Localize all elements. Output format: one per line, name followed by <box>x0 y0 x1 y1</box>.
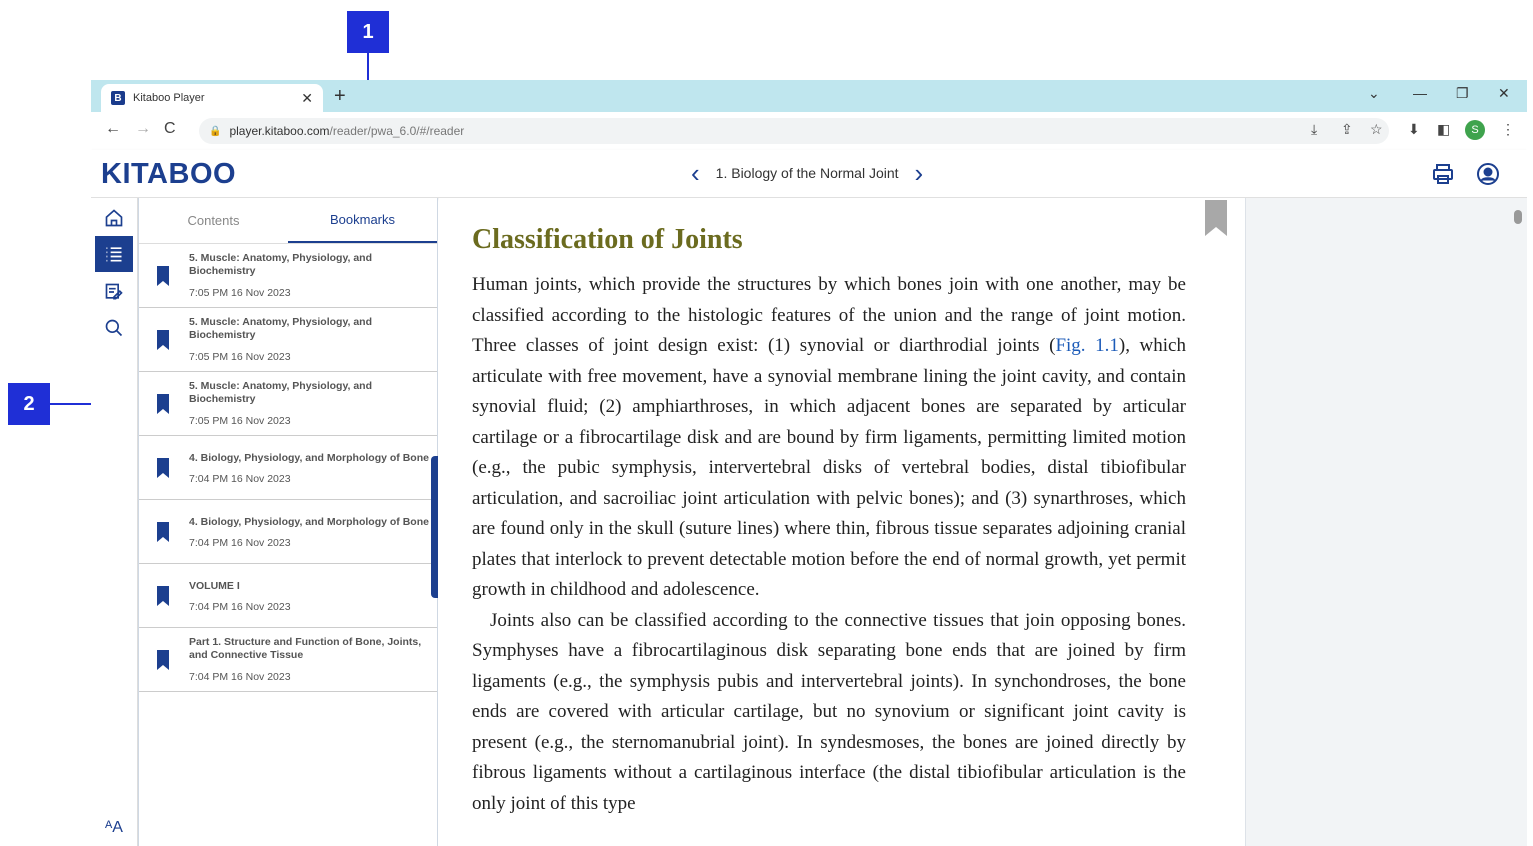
back-icon[interactable]: ← <box>105 120 121 138</box>
prev-chapter-icon[interactable]: ‹ <box>691 160 700 186</box>
bookmark-icon <box>157 586 169 606</box>
paragraph-2: Joints also can be classified according … <box>472 609 1186 814</box>
bookmark-time: 7:05 PM 16 Nov 2023 <box>189 351 291 363</box>
tab-search-icon[interactable]: ⌄ <box>1368 85 1380 102</box>
bookmark-icon <box>157 650 169 670</box>
tab-contents[interactable]: Contents <box>139 198 288 243</box>
right-gutter <box>1245 198 1527 846</box>
search-icon[interactable] <box>95 310 133 346</box>
chapter-nav: ‹ 1. Biology of the Normal Joint › <box>675 160 939 186</box>
url-host: player.kitaboo.com <box>229 124 330 138</box>
left-rail: ᴬA <box>91 198 138 846</box>
profile-avatar[interactable]: S <box>1465 120 1485 140</box>
bookmark-time: 7:04 PM 16 Nov 2023 <box>189 537 291 549</box>
bookmark-icon <box>157 266 169 286</box>
bookmark-time: 7:04 PM 16 Nov 2023 <box>189 473 291 485</box>
panel-tabs: Contents Bookmarks <box>139 198 437 244</box>
bookmark-icon <box>157 458 169 478</box>
tab-close-icon[interactable]: ✕ <box>301 90 313 107</box>
reader-page: Classification of Joints Human joints, w… <box>439 198 1245 846</box>
bookmark-item[interactable]: 4. Biology, Physiology, and Morphology o… <box>139 436 437 500</box>
font-size-icon[interactable]: ᴬA <box>95 810 133 846</box>
kitaboo-favicon-icon: B <box>111 91 125 105</box>
browser-tab[interactable]: B Kitaboo Player ✕ <box>101 84 323 112</box>
browser-toolbar: ← → C 🔒 player.kitaboo.com /reader/pwa_6… <box>91 112 1527 150</box>
bookmark-title: 5. Muscle: Anatomy, Physiology, and Bioc… <box>189 380 373 405</box>
bookmark-icon <box>157 522 169 542</box>
star-icon[interactable]: ☆ <box>1370 121 1383 138</box>
install-icon[interactable]: ⤓ <box>1311 121 1317 138</box>
toc-list-icon[interactable] <box>95 236 133 272</box>
app-header: KITABOO ‹ 1. Biology of the Normal Joint… <box>91 150 1527 198</box>
notes-icon[interactable] <box>95 274 133 310</box>
bookmark-title: 5. Muscle: Anatomy, Physiology, and Bioc… <box>189 316 373 341</box>
tab-bookmarks[interactable]: Bookmarks <box>288 198 437 243</box>
bookmark-title: Part 1. Structure and Function of Bone, … <box>189 636 422 661</box>
scrollbar-thumb[interactable] <box>1514 210 1522 224</box>
kitaboo-logo: KITABOO <box>101 158 237 190</box>
panel-resize-handle[interactable] <box>431 456 438 598</box>
tab-title: Kitaboo Player <box>133 92 205 104</box>
print-icon[interactable] <box>1431 162 1455 186</box>
bookmark-title: 4. Biology, Physiology, and Morphology o… <box>189 452 429 464</box>
bookmark-item[interactable]: 5. Muscle: Anatomy, Physiology, and Bioc… <box>139 308 437 372</box>
paragraph-1: Human joints, which provide the structur… <box>472 274 1186 600</box>
forward-icon[interactable]: → <box>135 120 151 138</box>
new-tab-icon[interactable]: + <box>334 84 346 108</box>
menu-icon[interactable]: ⋮ <box>1501 121 1515 138</box>
restore-icon[interactable]: ❐ <box>1456 85 1469 102</box>
bookmark-list: 5. Muscle: Anatomy, Physiology, and Bioc… <box>139 244 437 692</box>
share-icon[interactable]: ⇪ <box>1341 121 1353 138</box>
home-icon[interactable] <box>95 200 133 236</box>
section-heading: Classification of Joints <box>472 224 743 255</box>
bookmark-time: 7:04 PM 16 Nov 2023 <box>189 671 291 683</box>
side-panel-icon[interactable]: ◧ <box>1437 121 1450 138</box>
bookmark-item[interactable]: Part 1. Structure and Function of Bone, … <box>139 628 437 692</box>
bookmarks-panel: Contents Bookmarks 5. Muscle: Anatomy, P… <box>138 198 438 846</box>
bookmark-item[interactable]: VOLUME I 7:04 PM 16 Nov 2023 <box>139 564 437 628</box>
minimize-icon[interactable]: — <box>1413 85 1427 101</box>
url-path: /reader/pwa_6.0/#/reader <box>329 124 465 138</box>
bookmark-title: VOLUME I <box>189 580 240 592</box>
bookmark-item[interactable]: 5. Muscle: Anatomy, Physiology, and Bioc… <box>139 372 437 436</box>
tab-strip: B Kitaboo Player ✕ + ⌄ — ❐ ✕ <box>91 80 1527 112</box>
callout-1: 1 <box>347 11 389 53</box>
page-bookmark-icon[interactable] <box>1205 200 1227 236</box>
window-close-icon[interactable]: ✕ <box>1498 85 1510 102</box>
address-bar[interactable]: 🔒 player.kitaboo.com /reader/pwa_6.0/#/r… <box>199 118 1389 144</box>
body-text: Human joints, which provide the structur… <box>472 270 1186 819</box>
bookmark-time: 7:04 PM 16 Nov 2023 <box>189 601 291 613</box>
callout-2: 2 <box>8 383 50 425</box>
bookmark-icon <box>157 394 169 414</box>
bookmark-item[interactable]: 4. Biology, Physiology, and Morphology o… <box>139 500 437 564</box>
lock-icon: 🔒 <box>209 125 222 137</box>
download-icon[interactable]: ⬇ <box>1408 121 1420 138</box>
bookmark-title: 4. Biology, Physiology, and Morphology o… <box>189 516 429 528</box>
user-icon[interactable] <box>1476 162 1500 186</box>
chapter-title: 1. Biology of the Normal Joint <box>715 165 899 181</box>
reload-icon[interactable]: C <box>164 120 176 138</box>
figure-link[interactable]: Fig. 1.1 <box>1055 335 1118 356</box>
browser-window: B Kitaboo Player ✕ + ⌄ — ❐ ✕ ← → C 🔒 pla… <box>91 80 1527 846</box>
bookmark-icon <box>157 330 169 350</box>
next-chapter-icon[interactable]: › <box>915 160 924 186</box>
bookmark-item[interactable]: 5. Muscle: Anatomy, Physiology, and Bioc… <box>139 244 437 308</box>
bookmark-time: 7:05 PM 16 Nov 2023 <box>189 287 291 299</box>
bookmark-time: 7:05 PM 16 Nov 2023 <box>189 415 291 427</box>
bookmark-title: 5. Muscle: Anatomy, Physiology, and Bioc… <box>189 252 373 277</box>
